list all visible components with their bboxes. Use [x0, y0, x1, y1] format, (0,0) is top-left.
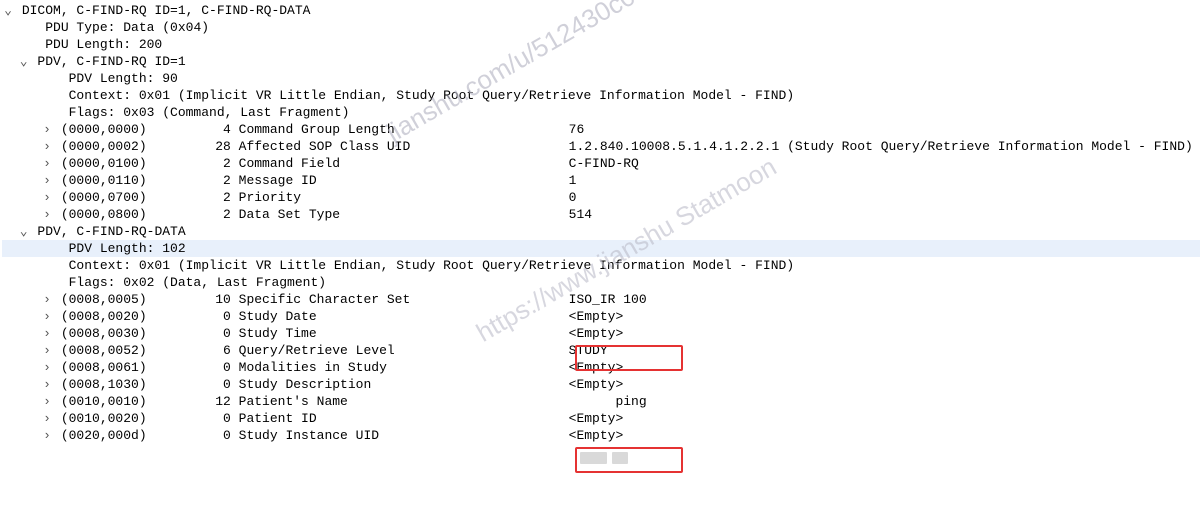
- redaction-block: [580, 452, 607, 464]
- element-row[interactable]: (0008,0052)6 Query/Retrieve LevelSTUDY: [2, 342, 1200, 359]
- element-row[interactable]: (0008,1030)0 Study Description<Empty>: [2, 376, 1200, 393]
- element-row[interactable]: (0008,0020)0 Study Date<Empty>: [2, 308, 1200, 325]
- element-row[interactable]: (0010,0010)12 Patient's Name ping: [2, 393, 1200, 410]
- packet-details-tree[interactable]: DICOM, C-FIND-RQ ID=1, C-FIND-RQ-DATA PD…: [0, 0, 1200, 450]
- element-row[interactable]: (0020,000d)0 Study Instance UID<Empty>: [2, 427, 1200, 444]
- chevron-right-icon: [41, 410, 53, 428]
- chevron-right-icon: [41, 427, 53, 445]
- root-label: DICOM, C-FIND-RQ ID=1, C-FIND-RQ-DATA: [22, 3, 311, 18]
- chevron-right-icon: [41, 291, 53, 309]
- element-row[interactable]: (0000,0700)2 Priority0: [2, 189, 1200, 206]
- redaction-block: [612, 452, 628, 464]
- element-row[interactable]: (0000,0800)2 Data Set Type514: [2, 206, 1200, 223]
- tree-leaf-pdu-type[interactable]: PDU Type: Data (0x04): [2, 19, 1200, 36]
- element-row[interactable]: (0008,0030)0 Study Time<Empty>: [2, 325, 1200, 342]
- chevron-right-icon: [41, 308, 53, 326]
- chevron-down-icon: [18, 223, 30, 241]
- tree-leaf-pdv1-context[interactable]: Context: 0x01 (Implicit VR Little Endian…: [2, 87, 1200, 104]
- chevron-right-icon: [41, 189, 53, 207]
- element-row[interactable]: (0000,0100)2 Command FieldC-FIND-RQ: [2, 155, 1200, 172]
- tree-node-pdv2[interactable]: PDV, C-FIND-RQ-DATA: [2, 223, 1200, 240]
- chevron-down-icon: [18, 53, 30, 71]
- chevron-right-icon: [41, 138, 53, 156]
- chevron-right-icon: [41, 172, 53, 190]
- tree-leaf-pdu-length[interactable]: PDU Length: 200: [2, 36, 1200, 53]
- chevron-right-icon: [41, 342, 53, 360]
- element-row[interactable]: (0008,0005)10 Specific Character SetISO_…: [2, 291, 1200, 308]
- chevron-right-icon: [41, 206, 53, 224]
- chevron-down-icon: [2, 2, 14, 20]
- tree-leaf-pdv2-context[interactable]: Context: 0x01 (Implicit VR Little Endian…: [2, 257, 1200, 274]
- chevron-right-icon: [41, 121, 53, 139]
- chevron-right-icon: [41, 359, 53, 377]
- element-row[interactable]: (0008,0061)0 Modalities in Study<Empty>: [2, 359, 1200, 376]
- element-row[interactable]: (0010,0020)0 Patient ID<Empty>: [2, 410, 1200, 427]
- tree-node-dicom-root[interactable]: DICOM, C-FIND-RQ ID=1, C-FIND-RQ-DATA: [2, 2, 1200, 19]
- element-row[interactable]: (0000,0002)28 Affected SOP Class UID1.2.…: [2, 138, 1200, 155]
- tree-leaf-pdv2-flags[interactable]: Flags: 0x02 (Data, Last Fragment): [2, 274, 1200, 291]
- tree-leaf-pdv2-length[interactable]: PDV Length: 102: [2, 240, 1200, 257]
- tree-node-pdv1[interactable]: PDV, C-FIND-RQ ID=1: [2, 53, 1200, 70]
- chevron-right-icon: [41, 155, 53, 173]
- chevron-right-icon: [41, 325, 53, 343]
- chevron-right-icon: [41, 393, 53, 411]
- annotation-box-patient-name: [575, 447, 683, 473]
- element-row[interactable]: (0000,0000)4 Command Group Length76: [2, 121, 1200, 138]
- tree-leaf-pdv1-length[interactable]: PDV Length: 90: [2, 70, 1200, 87]
- chevron-right-icon: [41, 376, 53, 394]
- element-row[interactable]: (0000,0110)2 Message ID1: [2, 172, 1200, 189]
- tree-leaf-pdv1-flags[interactable]: Flags: 0x03 (Command, Last Fragment): [2, 104, 1200, 121]
